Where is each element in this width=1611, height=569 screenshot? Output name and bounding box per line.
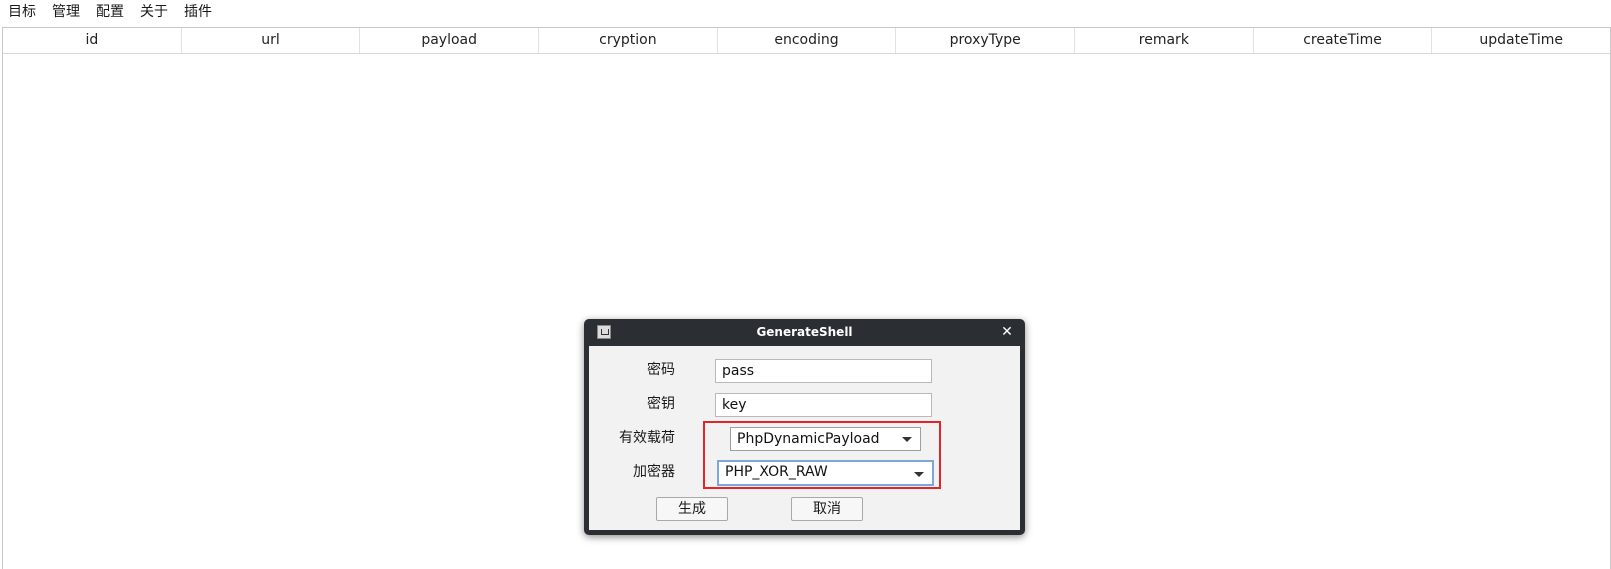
- column-header-encoding[interactable]: encoding: [718, 28, 897, 53]
- payload-select-value: PhpDynamicPayload: [737, 431, 880, 447]
- key-label: 密钥: [647, 396, 675, 412]
- column-header-url[interactable]: url: [182, 28, 361, 53]
- column-header-payload[interactable]: payload: [360, 28, 540, 53]
- table-header: id url payload cryption encoding proxyTy…: [3, 28, 1610, 54]
- column-header-cryption[interactable]: cryption: [539, 28, 718, 53]
- column-header-createtime[interactable]: createTime: [1254, 28, 1433, 53]
- menu-bar: 目标 管理 配置 关于 插件: [0, 0, 1611, 24]
- chevron-down-icon: [914, 472, 924, 477]
- generate-shell-dialog: GenerateShell ✕ 密码 密钥 有效载荷 PhpDynamicPay…: [584, 319, 1025, 535]
- close-icon[interactable]: ✕: [999, 323, 1015, 341]
- cancel-button[interactable]: 取消: [791, 497, 863, 521]
- menu-manage[interactable]: 管理: [44, 0, 88, 24]
- menu-about[interactable]: 关于: [132, 0, 176, 24]
- chevron-down-icon: [902, 437, 912, 442]
- column-header-updatetime[interactable]: updateTime: [1432, 28, 1610, 53]
- payload-select[interactable]: PhpDynamicPayload: [730, 427, 921, 451]
- generate-button[interactable]: 生成: [656, 497, 728, 521]
- key-field[interactable]: [715, 393, 932, 417]
- cryption-label: 加密器: [633, 464, 675, 480]
- column-header-remark[interactable]: remark: [1075, 28, 1254, 53]
- payload-label: 有效载荷: [619, 430, 675, 446]
- menu-config[interactable]: 配置: [88, 0, 132, 24]
- menu-target[interactable]: 目标: [0, 0, 44, 24]
- cryption-select[interactable]: PHP_XOR_RAW: [717, 460, 934, 486]
- column-header-id[interactable]: id: [3, 28, 182, 53]
- column-header-proxytype[interactable]: proxyType: [896, 28, 1076, 53]
- cryption-select-value: PHP_XOR_RAW: [725, 464, 828, 480]
- password-field[interactable]: [715, 359, 932, 383]
- dialog-title: GenerateShell: [756, 325, 853, 339]
- password-label: 密码: [647, 362, 675, 378]
- menu-plugins[interactable]: 插件: [176, 0, 220, 24]
- dialog-body: 密码 密钥 有效载荷 PhpDynamicPayload 加密器 PHP_XOR…: [589, 346, 1020, 530]
- dialog-titlebar[interactable]: GenerateShell ✕: [584, 319, 1025, 346]
